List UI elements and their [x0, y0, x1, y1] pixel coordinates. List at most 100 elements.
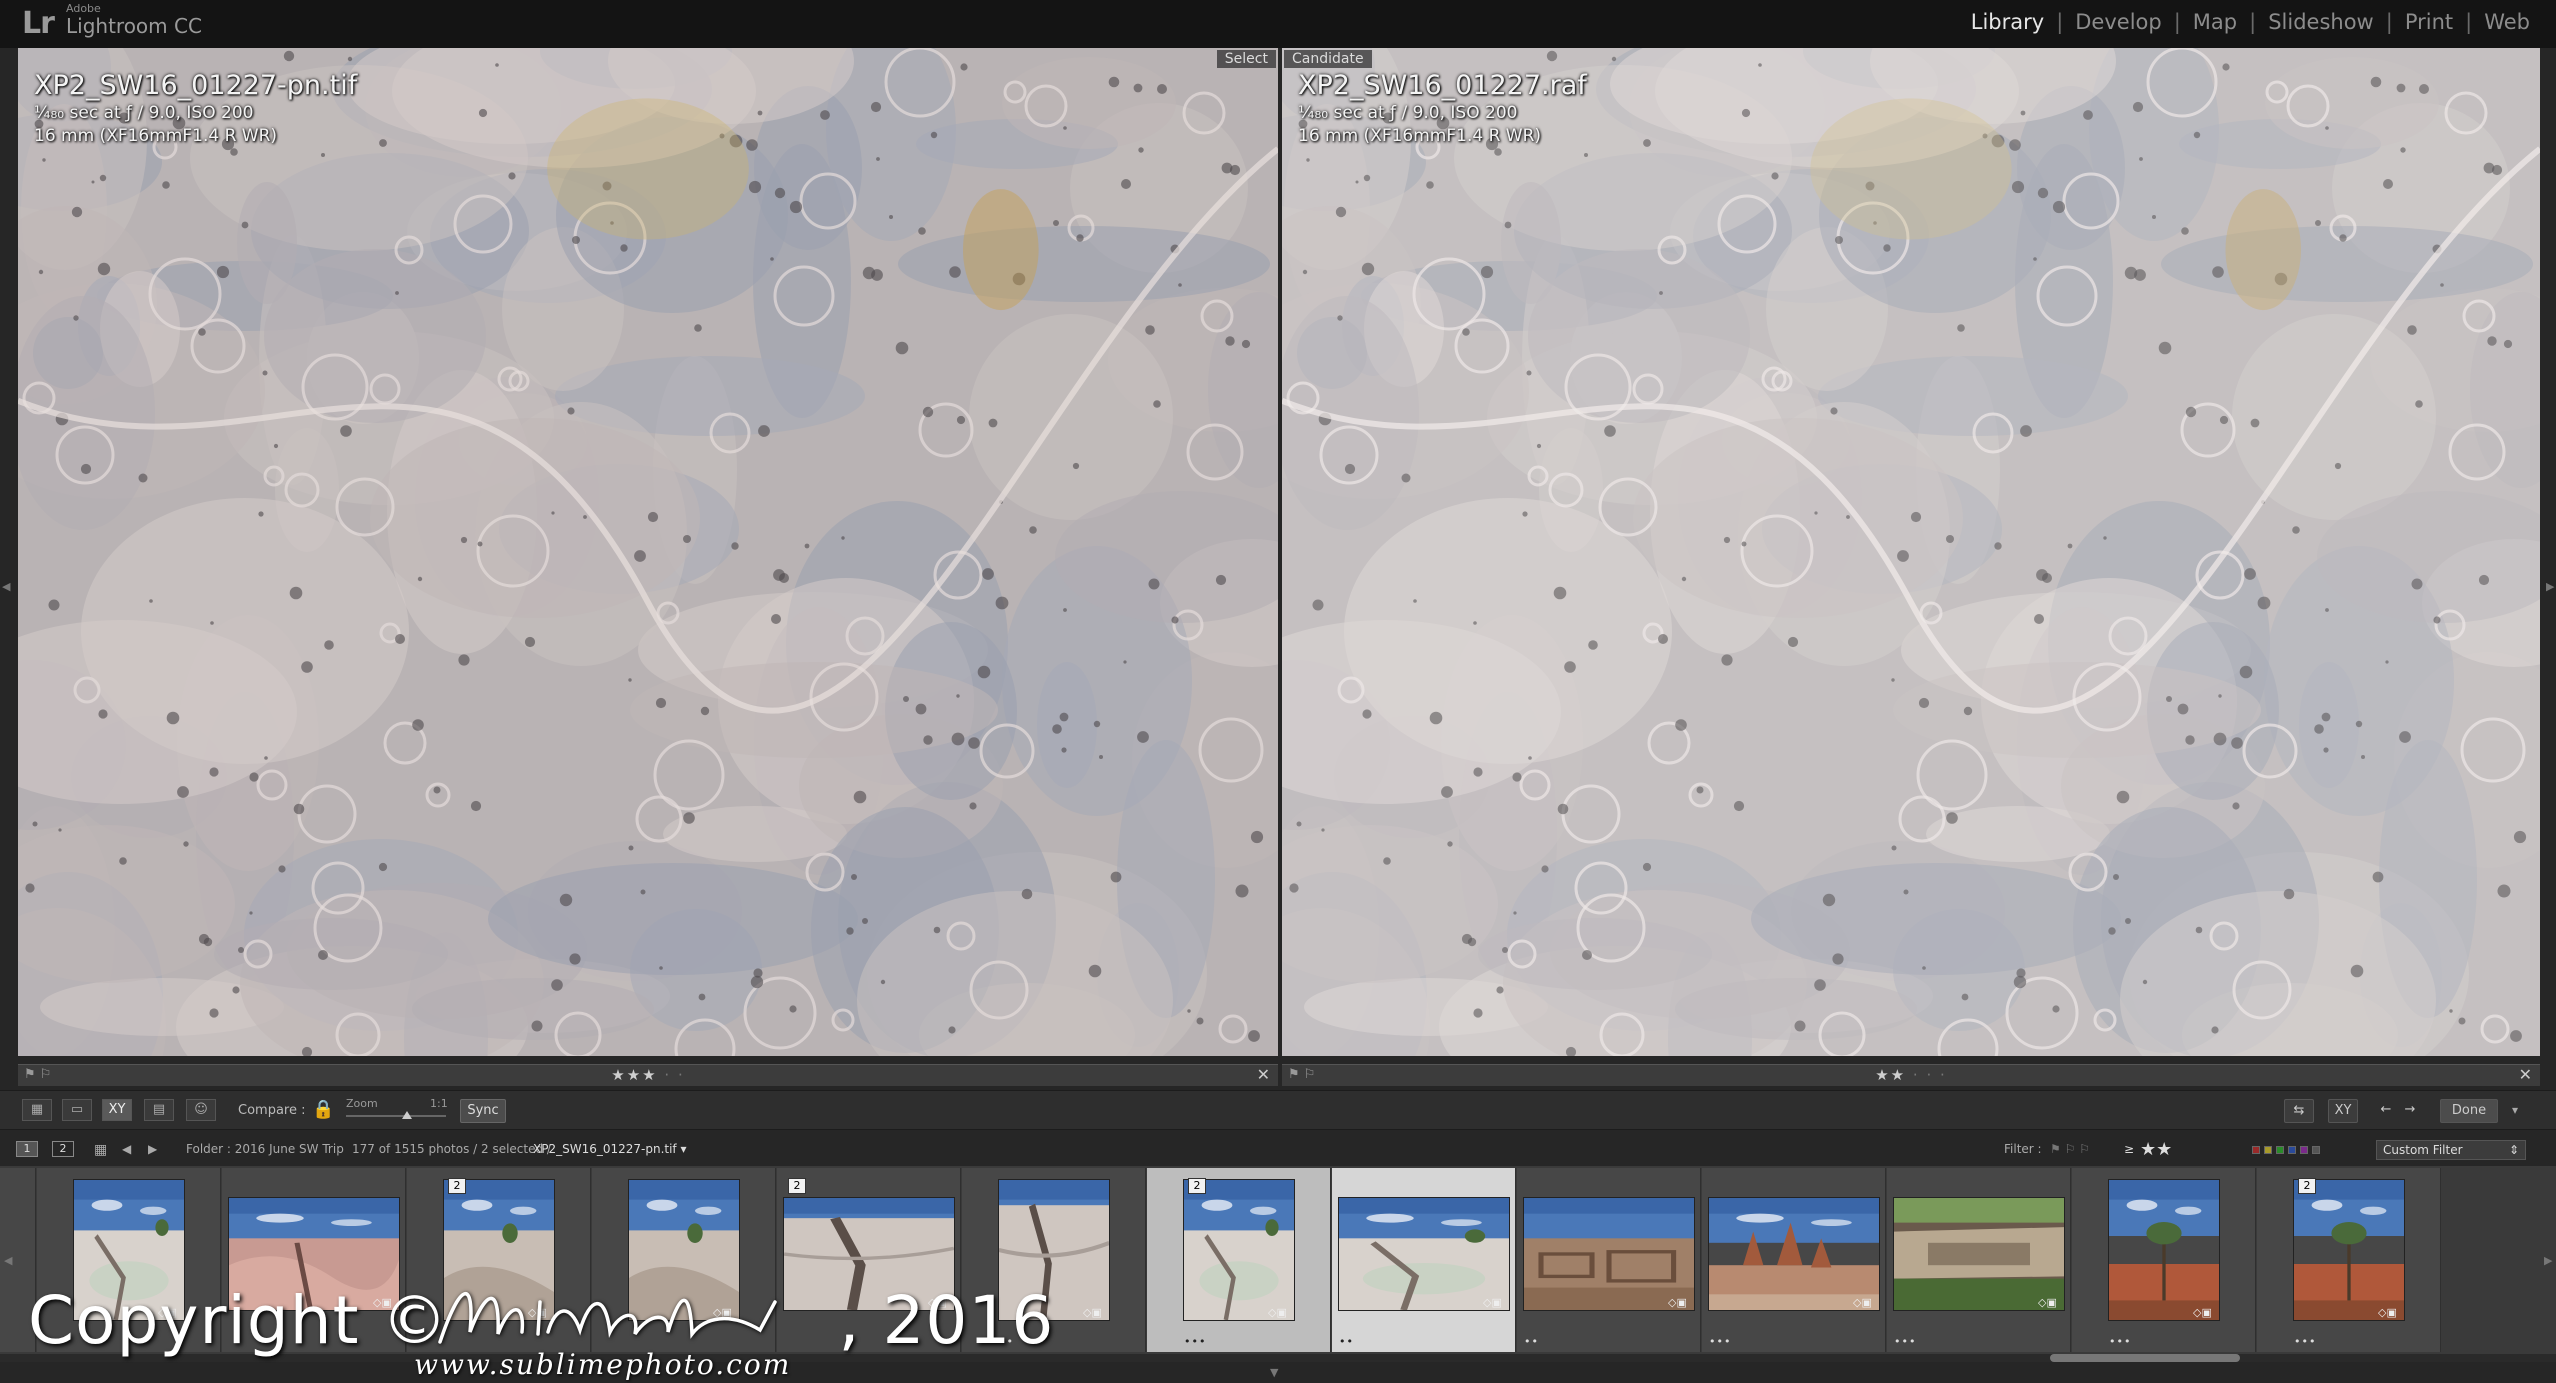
second-window-button[interactable]: 2 — [52, 1141, 74, 1157]
select-star-rating[interactable]: ★★★ · · — [611, 1066, 684, 1084]
edit-badge-icon: ◇▣ — [2378, 1306, 2397, 1319]
filmstrip-thumbnail[interactable] — [2109, 1180, 2219, 1320]
stack-count-badge[interactable]: 2 — [1188, 1178, 1206, 1194]
candidate-stars[interactable]: ★★ — [1875, 1066, 1906, 1084]
top-bar: Lr Adobe Lightroom CC Library | Develop | Ma… — [0, 0, 2556, 48]
forward-arrow-icon[interactable]: ▶ — [148, 1142, 157, 1156]
toolbar-menu-icon[interactable]: ▾ — [2512, 1103, 2518, 1117]
candidate-exposure: ¹⁄₄₈₀ sec at ƒ / 9.0, ISO 200 — [1298, 103, 1518, 123]
color-filter-purple[interactable] — [2300, 1146, 2308, 1154]
module-develop[interactable]: Develop — [2069, 10, 2167, 34]
module-separator: | — [2056, 10, 2064, 34]
back-arrow-icon[interactable]: ◀ — [122, 1142, 131, 1156]
current-file-menu[interactable]: XP2_SW16_01227-pn.tif ▾ — [533, 1142, 687, 1156]
filmstrip-toggle-icon[interactable]: ▼ — [1270, 1366, 1278, 1379]
rating-filter-operator[interactable]: ≥ — [2124, 1142, 2134, 1156]
color-filter-red[interactable] — [2252, 1146, 2260, 1154]
filmstrip-cell[interactable]: ••• ◇▣ — [1887, 1168, 2071, 1352]
filmstrip-navbar: 1 2 ▦ ◀ ▶ Folder : 2016 June SW Trip 177… — [0, 1136, 2556, 1164]
filmstrip-thumbnail[interactable] — [1184, 1180, 1294, 1320]
module-print[interactable]: Print — [2399, 10, 2459, 34]
select-empty-stars[interactable]: · · — [664, 1066, 684, 1084]
filmstrip-scrollbar[interactable] — [2050, 1354, 2240, 1362]
module-separator: | — [2249, 10, 2257, 34]
left-panel-toggle-icon[interactable]: ◀ — [2, 580, 10, 593]
filter-label: Filter : — [2004, 1142, 2042, 1156]
compare-pane-select[interactable]: Select XP2_SW16_01227-pn.tif ¹⁄₄₈₀ sec a… — [18, 48, 1278, 1056]
done-button[interactable]: Done — [2440, 1099, 2498, 1123]
folder-source[interactable]: Folder : 2016 June SW Trip — [186, 1142, 344, 1156]
swap-icon[interactable]: ⇆ — [2284, 1099, 2314, 1123]
filmstrip-thumbnail[interactable] — [1709, 1198, 1879, 1310]
zoom-label: Zoom — [346, 1097, 378, 1110]
candidate-lens: 16 mm (XF16mmF1.4 R WR) — [1298, 126, 1542, 146]
edit-badge-icon: ◇▣ — [1483, 1296, 1502, 1309]
stack-count-badge[interactable]: 2 — [788, 1178, 806, 1194]
stack-count-badge[interactable]: 2 — [2298, 1178, 2316, 1194]
filmstrip-thumbnail[interactable] — [1339, 1198, 1509, 1310]
module-picker: Library | Develop | Map | Slideshow | Print | Web — [1965, 10, 2536, 34]
stack-count-badge[interactable]: 2 — [448, 1178, 466, 1194]
candidate-star-rating[interactable]: ★★ · · · — [1875, 1066, 1947, 1084]
filmstrip-cell[interactable]: 2 ••• ◇▣ — [2257, 1168, 2441, 1352]
thumbnail-rating: ••• — [2109, 1335, 2132, 1348]
flag-filter-icon[interactable]: ⚑ ⚐ ⚐ — [2050, 1142, 2090, 1156]
module-web[interactable]: Web — [2478, 10, 2536, 34]
filmstrip-cell[interactable]: 2 ••• ◇▣ — [1147, 1168, 1331, 1352]
module-map[interactable]: Map — [2187, 10, 2243, 34]
candidate-empty-stars[interactable]: · · · — [1913, 1066, 1947, 1084]
color-filter-green[interactable] — [2276, 1146, 2284, 1154]
flag-icons[interactable]: ⚑ ⚐ — [24, 1067, 51, 1082]
copyright-text: Copyright © — [28, 1282, 449, 1359]
grid-view-icon[interactable]: ▦ — [22, 1099, 52, 1121]
zoom-slider[interactable] — [346, 1115, 446, 1117]
grid-icon[interactable]: ▦ — [94, 1142, 107, 1158]
flag-icons[interactable]: ⚑ ⚐ — [1288, 1067, 1315, 1082]
color-filter-none[interactable] — [2312, 1146, 2320, 1154]
filmstrip-left-arrow-icon[interactable]: ◀ — [4, 1254, 12, 1267]
compare-view-icon[interactable]: XY — [102, 1099, 132, 1121]
close-icon[interactable]: ✕ — [2519, 1065, 2532, 1084]
candidate-photo[interactable] — [1282, 48, 2540, 1056]
color-filter-yellow[interactable] — [2264, 1146, 2272, 1154]
candidate-info-overlay: XP2_SW16_01227.raf ¹⁄₄₈₀ sec at ƒ / 9.0,… — [1298, 70, 1587, 148]
make-select-icon[interactable]: XY — [2328, 1099, 2358, 1123]
close-icon[interactable]: ✕ — [1257, 1065, 1270, 1084]
select-rating-strip: ⚑ ⚐ ★★★ · · ✕ — [18, 1064, 1278, 1086]
lock-icon[interactable]: 🔒 — [312, 1099, 334, 1120]
filmstrip-cell[interactable]: ••• ◇▣ — [2072, 1168, 2256, 1352]
arrow-left-icon[interactable]: ← — [2376, 1099, 2396, 1123]
edit-badge-icon: ◇▣ — [1853, 1296, 1872, 1309]
thumbnail-rating: •• — [1339, 1335, 1354, 1348]
filmstrip-right-arrow-icon[interactable]: ▶ — [2544, 1254, 2552, 1267]
rating-filter-stars[interactable]: ★★ — [2140, 1139, 2172, 1160]
filmstrip-cell[interactable]: •• ◇▣ — [1332, 1168, 1516, 1352]
zoom-one-to-one: 1:1 — [430, 1097, 448, 1110]
zoom-slider-thumb[interactable] — [402, 1111, 412, 1119]
edit-badge-icon: ◇▣ — [1668, 1296, 1687, 1309]
filmstrip-thumbnail[interactable] — [1894, 1198, 2064, 1310]
filmstrip-cell[interactable]: ••• ◇▣ — [1702, 1168, 1886, 1352]
select-lens: 16 mm (XF16mmF1.4 R WR) — [34, 126, 278, 146]
filmstrip-cell[interactable]: •• ◇▣ — [1517, 1168, 1701, 1352]
sync-button[interactable]: Sync — [460, 1099, 506, 1123]
filmstrip-thumbnail[interactable] — [2294, 1180, 2404, 1320]
people-view-icon[interactable]: ☺ — [186, 1099, 216, 1121]
module-separator: | — [2173, 10, 2181, 34]
arrow-right-icon[interactable]: → — [2400, 1099, 2420, 1123]
module-library[interactable]: Library — [1965, 10, 2050, 34]
color-filter-blue[interactable] — [2288, 1146, 2296, 1154]
select-stars[interactable]: ★★★ — [611, 1066, 657, 1084]
survey-view-icon[interactable]: ▤ — [144, 1099, 174, 1121]
loupe-view-icon[interactable]: ▭ — [62, 1099, 92, 1121]
right-panel-toggle-icon[interactable]: ▶ — [2546, 580, 2554, 593]
thumbnail-rating: ••• — [1709, 1335, 1732, 1348]
module-slideshow[interactable]: Slideshow — [2262, 10, 2380, 34]
select-photo[interactable] — [18, 48, 1278, 1056]
chevron-down-icon: ⇕ — [2508, 1143, 2519, 1157]
compare-pane-candidate[interactable]: Candidate XP2_SW16_01227.raf ¹⁄₄₈₀ sec a… — [1282, 48, 2540, 1056]
custom-filter-select[interactable]: Custom Filter ⇕ — [2376, 1140, 2526, 1160]
main-window-button[interactable]: 1 — [16, 1141, 38, 1157]
filmstrip-thumbnail[interactable] — [1524, 1198, 1694, 1310]
select-exposure: ¹⁄₄₈₀ sec at ƒ / 9.0, ISO 200 — [34, 103, 254, 123]
